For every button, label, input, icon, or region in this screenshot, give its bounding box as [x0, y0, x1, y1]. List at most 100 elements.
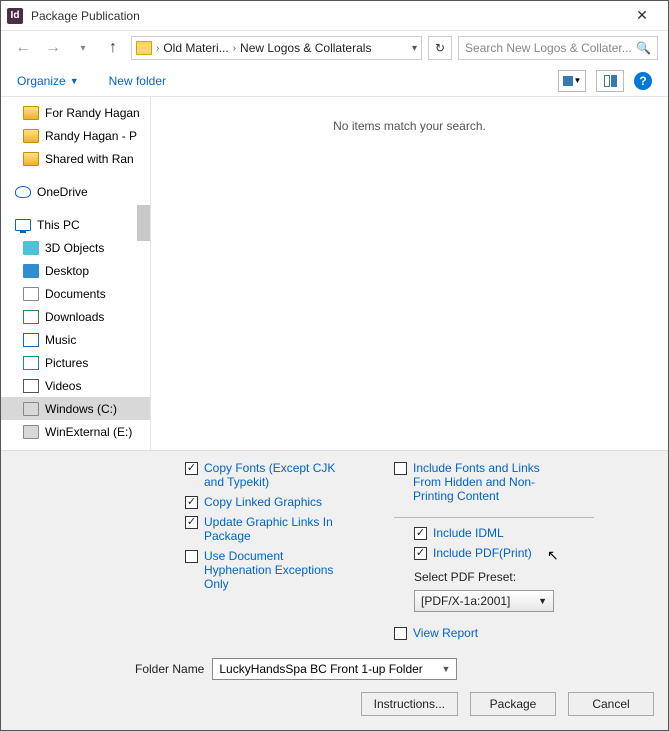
tree-item-label: 3D Objects: [45, 241, 104, 255]
file-list: No items match your search.: [151, 97, 668, 450]
preview-icon: [611, 75, 617, 87]
tree-item-label: Desktop: [45, 264, 89, 278]
tree-item-label: Randy Hagan - P: [45, 129, 137, 143]
checkbox-icon[interactable]: [185, 462, 198, 475]
checkbox-icon[interactable]: [414, 547, 427, 560]
close-icon[interactable]: ✕: [622, 7, 662, 24]
recent-dropdown[interactable]: ▾: [71, 36, 95, 60]
empty-message: No items match your search.: [333, 119, 486, 133]
checkbox-row[interactable]: Copy Fonts (Except CJK and Typekit): [185, 461, 354, 489]
folder-icon: [15, 219, 31, 231]
checkbox-icon[interactable]: [185, 516, 198, 529]
checkbox-icon[interactable]: [414, 527, 427, 540]
checkbox-icon[interactable]: [394, 462, 407, 475]
folder-icon: [23, 287, 39, 301]
preview-pane-button[interactable]: [596, 70, 624, 92]
navbar: ← → ▾ ↑ › Old Materi... › New Logos & Co…: [1, 31, 668, 65]
checkbox-row[interactable]: Copy Linked Graphics: [185, 495, 354, 509]
checkbox-label: Use Document Hyphenation Exceptions Only: [204, 549, 354, 591]
checkbox-icon[interactable]: [394, 627, 407, 640]
tree-item[interactable]: This PC: [1, 213, 150, 236]
checkbox-label: Update Graphic Links In Package: [204, 515, 354, 543]
tree-item-label: OneDrive: [37, 185, 88, 199]
folder-icon: [23, 241, 39, 255]
checkbox-include-pdf[interactable]: Include PDF(Print): [414, 546, 594, 560]
cancel-button[interactable]: Cancel: [568, 692, 654, 716]
tree-item[interactable]: Windows (C:): [1, 397, 150, 420]
tree-item-label: Videos: [45, 379, 81, 393]
tree-item-label: Windows (C:): [45, 402, 117, 416]
checkbox-row[interactable]: Use Document Hyphenation Exceptions Only: [185, 549, 354, 591]
tree-item-label: Pictures: [45, 356, 88, 370]
tree-item[interactable]: Desktop: [1, 259, 150, 282]
tree-item[interactable]: OneDrive: [1, 180, 150, 203]
options-panel: Copy Fonts (Except CJK and Typekit) Copy …: [1, 450, 668, 730]
view-icon: [563, 76, 573, 86]
tree-item-label: Downloads: [45, 310, 104, 324]
checkbox-icon[interactable]: [185, 496, 198, 509]
folder-icon: [23, 129, 39, 143]
breadcrumb[interactable]: › Old Materi... › New Logos & Collateral…: [131, 36, 422, 60]
arrow-left-icon: ←: [15, 40, 31, 56]
checkbox-label: Copy Fonts (Except CJK and Typekit): [204, 461, 354, 489]
folder-tree[interactable]: For Randy Hagan Randy Hagan - P Shared wit…: [1, 97, 151, 450]
checkbox-label: Copy Linked Graphics: [204, 495, 322, 509]
forward-button: →: [41, 36, 65, 60]
folder-icon: [23, 264, 39, 278]
tree-item-label: Shared with Ran: [45, 152, 134, 166]
breadcrumb-segment[interactable]: Old Materi...: [163, 41, 228, 55]
checkbox-icon[interactable]: [185, 550, 198, 563]
back-button[interactable]: ←: [11, 36, 35, 60]
tree-item-label: This PC: [37, 218, 80, 232]
tree-item[interactable]: Pictures: [1, 351, 150, 374]
window-title: Package Publication: [31, 9, 140, 23]
arrow-right-icon: →: [45, 40, 61, 56]
tree-item[interactable]: For Randy Hagan: [1, 101, 150, 124]
folder-icon: [23, 402, 39, 416]
checkbox-include-hidden[interactable]: Include Fonts and Links From Hidden and …: [394, 461, 594, 503]
package-button[interactable]: Package: [470, 692, 556, 716]
preview-icon: [604, 75, 610, 87]
organize-menu[interactable]: Organize ▼: [17, 74, 79, 88]
up-button[interactable]: ↑: [101, 36, 125, 60]
chevron-down-icon: ▼: [70, 76, 79, 86]
folder-icon: [23, 152, 39, 166]
tree-item[interactable]: Downloads: [1, 305, 150, 328]
chevron-right-icon: ›: [233, 43, 236, 54]
chevron-down-icon[interactable]: ▼: [441, 664, 450, 674]
folder-icon: [23, 356, 39, 370]
tree-item[interactable]: WinExternal (E:): [1, 420, 150, 443]
pdf-preset-label: Select PDF Preset:: [414, 570, 594, 584]
checkbox-view-report[interactable]: View Report: [394, 626, 594, 640]
view-mode-button[interactable]: ▼: [558, 70, 586, 92]
search-placeholder: Search New Logos & Collater...: [465, 41, 632, 55]
chevron-down-icon: ▼: [538, 596, 547, 606]
checkbox-include-idml[interactable]: Include IDML: [414, 526, 594, 540]
tree-item[interactable]: Music: [1, 328, 150, 351]
folder-name-label: Folder Name: [135, 662, 204, 676]
instructions-button[interactable]: Instructions...: [361, 692, 458, 716]
folder-icon: [23, 379, 39, 393]
chevron-down-icon[interactable]: ▾: [412, 43, 417, 54]
tree-item[interactable]: 3D Objects: [1, 236, 150, 259]
toolbar: Organize ▼ New folder ▼ ?: [1, 65, 668, 97]
chevron-down-icon: ▼: [574, 76, 582, 85]
refresh-button[interactable]: ↻: [428, 36, 452, 60]
breadcrumb-segment[interactable]: New Logos & Collaterals: [240, 41, 371, 55]
pdf-preset-select[interactable]: [PDF/X-1a:2001] ▼: [414, 590, 554, 612]
tree-item[interactable]: Videos: [1, 374, 150, 397]
folder-name-input[interactable]: LuckyHandsSpa BC Front 1-up Folder ▼: [212, 658, 457, 680]
tree-item[interactable]: Shared with Ran: [1, 147, 150, 170]
tree-item-label: For Randy Hagan: [45, 106, 140, 120]
tree-item[interactable]: Randy Hagan - P: [1, 124, 150, 147]
search-input[interactable]: Search New Logos & Collater... 🔍: [458, 36, 658, 60]
folder-icon: [23, 333, 39, 347]
folder-icon: [15, 186, 31, 198]
scrollbar-thumb[interactable]: [137, 205, 150, 241]
new-folder-button[interactable]: New folder: [109, 74, 166, 88]
help-icon[interactable]: ?: [634, 72, 652, 90]
checkbox-row[interactable]: Update Graphic Links In Package: [185, 515, 354, 543]
tree-item-label: Documents: [45, 287, 106, 301]
tree-item-label: WinExternal (E:): [45, 425, 132, 439]
tree-item[interactable]: Documents: [1, 282, 150, 305]
